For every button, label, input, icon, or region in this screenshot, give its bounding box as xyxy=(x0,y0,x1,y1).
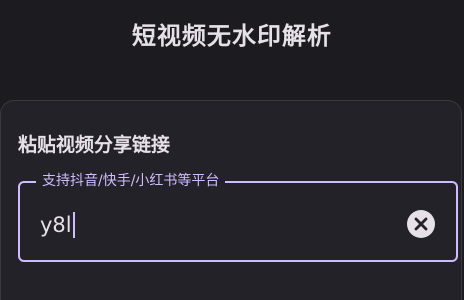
page-title: 短视频无水印解析 xyxy=(132,22,332,50)
clear-input-button[interactable] xyxy=(406,209,436,239)
share-link-input[interactable]: 支持抖音/快手/小红书等平台 y8l xyxy=(18,171,458,262)
share-link-input-label: 支持抖音/快手/小红书等平台 xyxy=(36,171,226,191)
share-link-input-text: y8l xyxy=(40,213,72,237)
clear-circle-icon xyxy=(407,210,435,238)
text-caret xyxy=(72,212,75,238)
share-link-heading: 粘贴视频分享链接 xyxy=(18,134,171,156)
share-link-input-value-row[interactable]: y8l xyxy=(40,211,75,239)
